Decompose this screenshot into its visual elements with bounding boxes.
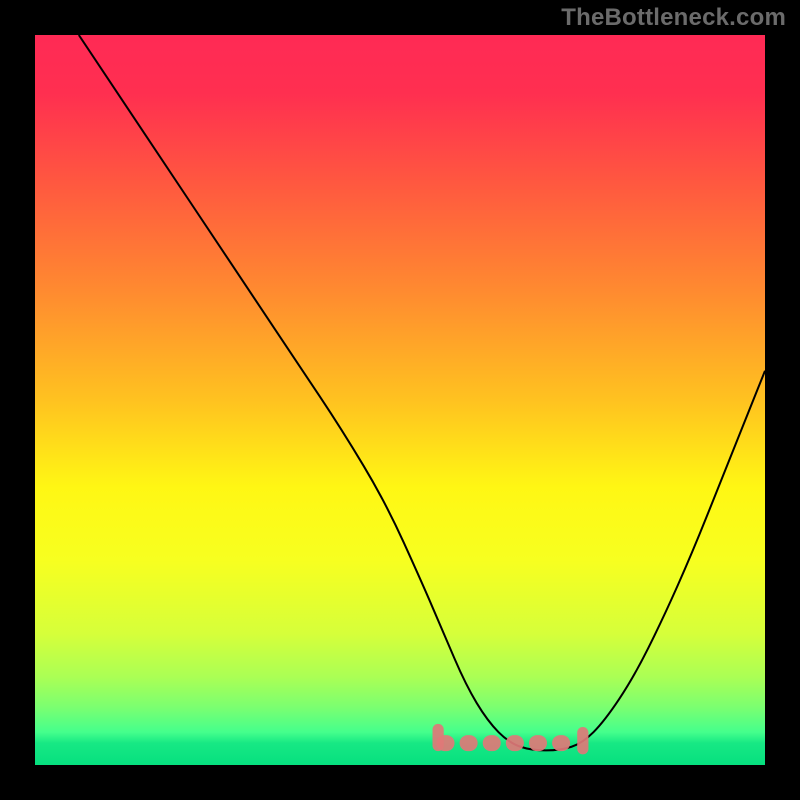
chart-frame: TheBottleneck.com [0,0,800,800]
gradient-background [35,35,765,765]
attribution-text: TheBottleneck.com [561,4,786,32]
bottleneck-chart [35,35,765,765]
optimal-range-marker [529,735,547,751]
optimal-range-marker [506,735,524,751]
optimal-range-end-marker [577,727,588,754]
optimal-range-marker [552,735,570,751]
optimal-range-end-marker [433,724,444,751]
optimal-range-marker [483,735,501,751]
optimal-range-marker [460,735,478,751]
